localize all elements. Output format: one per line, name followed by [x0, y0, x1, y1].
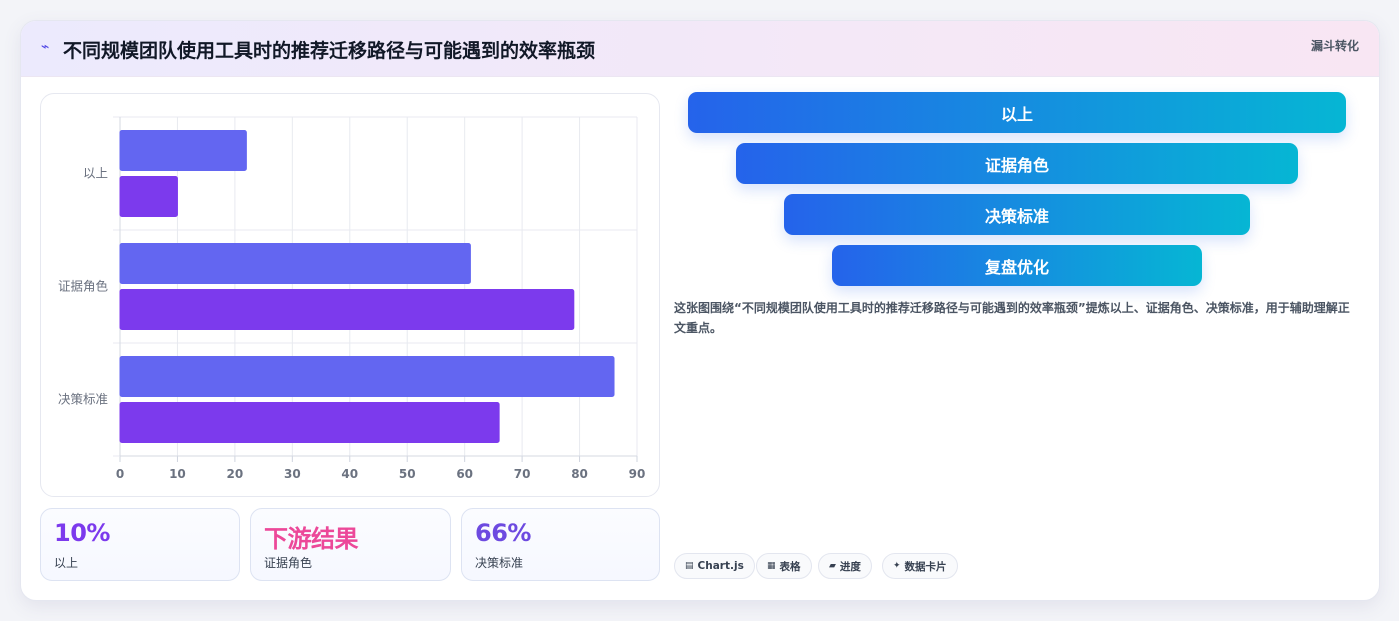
stat-label: 决策标准 — [475, 556, 524, 570]
x-tick-label: 70 — [514, 467, 531, 481]
funnel-stage-3: 决策标准 — [784, 194, 1250, 235]
x-tick-label: 40 — [341, 467, 358, 481]
x-tick-label: 50 — [399, 467, 416, 481]
bar-1 — [119, 356, 615, 397]
trend-icon: ⌁ — [41, 39, 50, 55]
chip-label: 进度 — [839, 560, 861, 573]
page-title: 不同规模团队使用工具时的推荐迁移路径与可能遇到的效率瓶颈 — [63, 40, 596, 62]
bar-2 — [119, 176, 178, 217]
chip-progress[interactable]: ▰ 进度 — [818, 553, 872, 579]
y-category-label: 证据角色 — [58, 279, 109, 294]
stat-label: 以上 — [54, 556, 79, 570]
x-tick-label: 80 — [571, 467, 588, 481]
stat-value: 66% — [475, 519, 531, 547]
x-tick-label: 60 — [456, 467, 473, 481]
bar-chart: 0 10 20 30 40 50 60 70 80 90 以上证据角色决策标准 — [58, 116, 646, 481]
table-icon: ▦ — [767, 561, 776, 571]
stat-card-2: 下游结果 证据角色 — [250, 508, 451, 581]
bar-2 — [119, 289, 575, 330]
x-tick-label: 20 — [227, 467, 244, 481]
funnel-stage-1: 以上 — [688, 92, 1346, 133]
chip-data-card[interactable]: ✦ 数据卡片 — [882, 553, 958, 579]
x-tick-label: 10 — [169, 467, 186, 481]
bar-chart-panel: 0 10 20 30 40 50 60 70 80 90 以上证据角色决策标准 — [40, 93, 660, 497]
x-tick-label: 30 — [284, 467, 301, 481]
x-tick-label: 90 — [629, 467, 646, 481]
funnel-stage-2: 证据角色 — [736, 143, 1298, 184]
chip-label: Chart.js — [697, 560, 744, 572]
chart-description: 这张图围绕“不同规模团队使用工具时的推荐迁移路径与可能遇到的效率瓶颈”提炼以上、… — [674, 301, 1350, 335]
bar-2 — [119, 402, 500, 443]
stat-value: 下游结果 — [264, 525, 359, 553]
chip-table[interactable]: ▦ 表格 — [756, 553, 812, 579]
x-tick-label: 0 — [116, 467, 124, 481]
y-category-label: 决策标准 — [58, 392, 108, 407]
bar-1 — [119, 130, 247, 171]
progress-icon: ▰ — [829, 561, 836, 571]
chart-type-tag: 漏斗转化 — [1310, 39, 1359, 53]
bar-1 — [119, 243, 471, 284]
sparkle-icon: ✦ — [893, 561, 901, 571]
card-header: ⌁ 不同规模团队使用工具时的推荐迁移路径与可能遇到的效率瓶颈 漏斗转化 — [21, 21, 1379, 77]
stat-label: 证据角色 — [264, 556, 313, 570]
y-category-label: 以上 — [83, 166, 108, 181]
chip-label: 数据卡片 — [904, 560, 947, 573]
chip-chartjs[interactable]: ▤ Chart.js — [674, 553, 755, 579]
stat-card-3: 66% 决策标准 — [461, 508, 660, 581]
chip-label: 表格 — [779, 560, 801, 573]
stat-card-1: 10% 以上 — [40, 508, 240, 581]
chart-icon: ▤ — [685, 561, 694, 571]
funnel-stage-4: 复盘优化 — [832, 245, 1202, 286]
main-card: ⌁ 不同规模团队使用工具时的推荐迁移路径与可能遇到的效率瓶颈 漏斗转化 0 10 2… — [20, 20, 1380, 601]
stat-value: 10% — [54, 519, 110, 547]
